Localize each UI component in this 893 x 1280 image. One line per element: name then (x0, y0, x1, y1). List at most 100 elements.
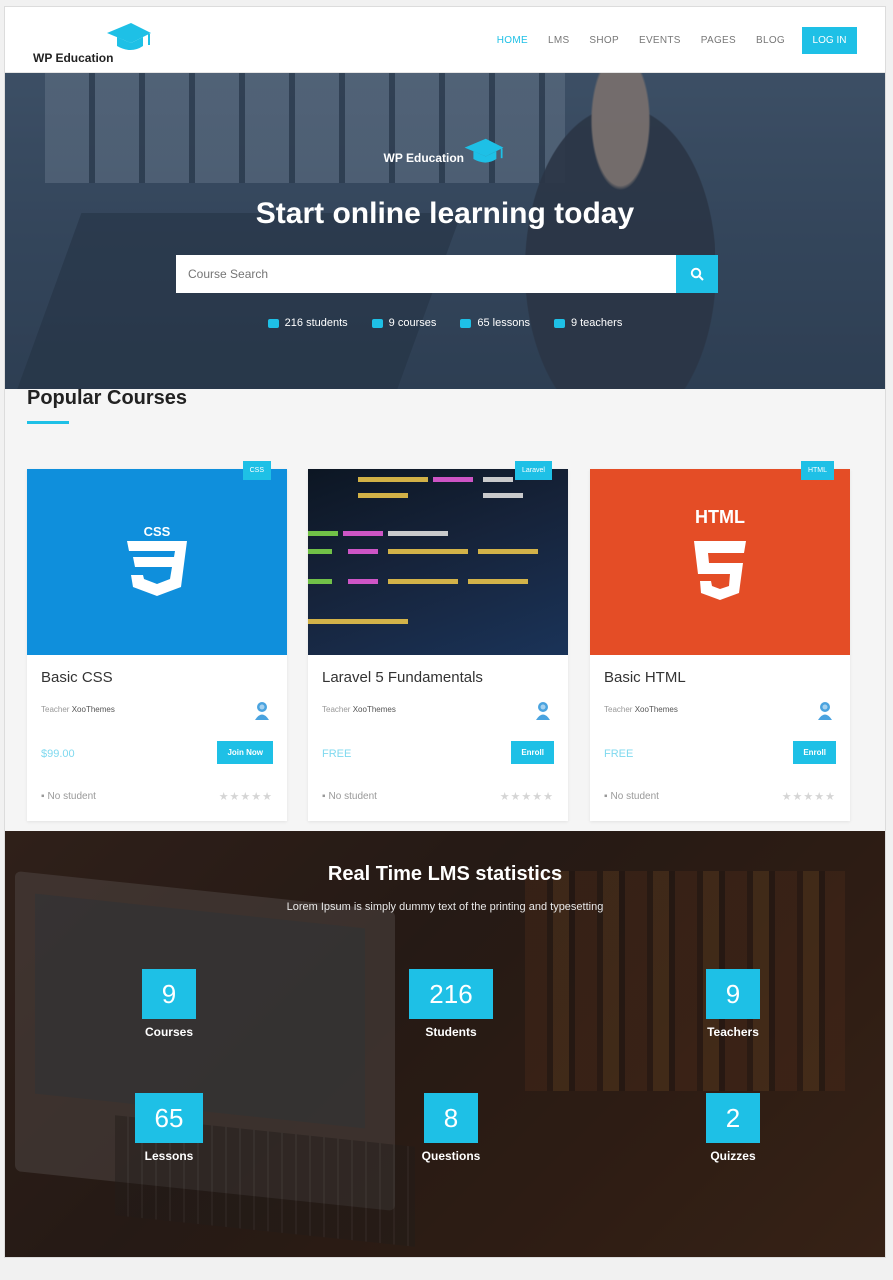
hero-logo-text: WP Education (383, 151, 464, 165)
hero-stat-text: 9 courses (388, 317, 437, 329)
nav-shop[interactable]: SHOP (589, 35, 619, 46)
stat-value: 2 (705, 1093, 761, 1143)
courses-icon (371, 318, 383, 328)
site-header: WP Education HOME LMS SHOP EVENTS PAGES … (5, 7, 885, 73)
teachers-icon (553, 318, 565, 328)
enroll-button[interactable]: Enroll (511, 741, 554, 764)
hero-stat-lessons: 65 lessons (460, 317, 530, 329)
search-icon (690, 267, 704, 281)
stat-label: Courses (144, 1025, 194, 1039)
login-button[interactable]: LOG IN (802, 27, 857, 54)
course-search-input[interactable] (176, 255, 676, 293)
logo-text: WP Education (33, 51, 114, 65)
hero-overlay (5, 73, 885, 389)
teacher-name[interactable]: XooThemes (635, 705, 678, 714)
course-card-css[interactable]: CSS CSS Basic CSS Teacher XooThemes $99.… (27, 461, 287, 821)
student-icon: ▪ (322, 791, 326, 802)
course-thumbnail[interactable]: CSS (27, 469, 287, 655)
course-tag[interactable]: Laravel (515, 461, 552, 480)
hero-logo: WP Education (5, 137, 885, 167)
course-students: ▪ No student (322, 791, 377, 802)
nav-lms[interactable]: LMS (548, 35, 569, 46)
graduation-cap-icon (107, 23, 152, 50)
teacher-name[interactable]: XooThemes (353, 705, 396, 714)
course-students: ▪ No student (604, 791, 659, 802)
student-icon: ▪ (604, 791, 608, 802)
teacher-label: Teacher (604, 705, 633, 714)
teacher-avatar-icon[interactable] (534, 701, 552, 721)
teacher-avatar-icon[interactable] (253, 701, 271, 721)
course-search (176, 255, 718, 293)
teacher-label: Teacher (322, 705, 351, 714)
nav-events[interactable]: EVENTS (639, 35, 681, 46)
page-frame: WP Education HOME LMS SHOP EVENTS PAGES … (4, 6, 886, 1258)
lessons-icon (460, 318, 472, 328)
course-card-html[interactable]: HTML HTML Basic HTML Teacher XooThemes F… (590, 461, 850, 821)
stat-quizzes: 2 Quizzes (663, 1093, 803, 1163)
hero-stats: 216 students 9 courses 65 lessons 9 teac… (5, 317, 885, 329)
stat-label: Quizzes (710, 1149, 756, 1163)
course-teacher: Teacher XooThemes (322, 705, 396, 714)
students-text: No student (328, 791, 377, 802)
main-nav: HOME LMS SHOP EVENTS PAGES BLOG (497, 35, 785, 46)
course-price: FREE (322, 748, 352, 760)
course-rating: ★★★★★ (781, 791, 836, 803)
students-text: No student (47, 791, 96, 802)
html5-logo-icon: HTML (694, 507, 746, 600)
enroll-button[interactable]: Enroll (793, 741, 836, 764)
stat-value: 8 (423, 1093, 479, 1143)
stat-value: 9 (141, 969, 197, 1019)
lms-statistics-section: Real Time LMS statistics Lorem Ipsum is … (5, 831, 885, 1257)
course-price: FREE (604, 748, 634, 760)
stat-courses: 9 Courses (99, 969, 239, 1039)
stats-overlay (5, 831, 885, 1257)
stat-questions: 8 Questions (381, 1093, 521, 1163)
nav-blog[interactable]: BLOG (756, 35, 785, 46)
search-button[interactable] (676, 255, 718, 293)
course-thumbnail[interactable]: HTML (590, 469, 850, 655)
hero-stat-courses: 9 courses (371, 317, 437, 329)
graduation-cap-icon (465, 138, 504, 163)
stat-label: Lessons (144, 1149, 194, 1163)
stat-label: Teachers (707, 1025, 759, 1039)
stat-teachers: 9 Teachers (663, 969, 803, 1039)
stat-value: 216 (409, 969, 493, 1019)
course-students: ▪ No student (41, 791, 96, 802)
course-rating: ★★★★★ (499, 791, 554, 803)
course-card-laravel[interactable]: Laravel Laravel 5 Fundamentals Teacher X… (308, 461, 568, 821)
code-screenshot-image (308, 477, 538, 624)
course-tag[interactable]: CSS (242, 461, 271, 480)
title-underline (27, 421, 69, 424)
course-title[interactable]: Basic CSS (41, 669, 113, 686)
course-title[interactable]: Basic HTML (604, 669, 686, 686)
course-price: $99.00 (41, 748, 75, 760)
join-now-button[interactable]: Join Now (217, 741, 273, 764)
section-title-popular-courses: Popular Courses (27, 387, 188, 409)
course-thumbnail[interactable] (308, 469, 568, 655)
student-icon: ▪ (41, 791, 45, 802)
teacher-label: Teacher (41, 705, 70, 714)
course-teacher: Teacher XooThemes (41, 705, 115, 714)
stat-students: 216 Students (381, 969, 521, 1039)
site-logo[interactable]: WP Education (33, 21, 153, 65)
course-rating: ★★★★★ (218, 791, 273, 803)
hero-section: WP Education Start online learning today… (5, 73, 885, 389)
nav-home[interactable]: HOME (497, 35, 528, 46)
hero-stat-students: 216 students (267, 317, 348, 329)
course-title[interactable]: Laravel 5 Fundamentals (322, 669, 483, 686)
course-teacher: Teacher XooThemes (604, 705, 678, 714)
teacher-name[interactable]: XooThemes (72, 705, 115, 714)
css-logo-text: CSS (144, 524, 171, 539)
hero-title: Start online learning today (255, 197, 635, 230)
stat-value: 65 (134, 1093, 204, 1143)
students-text: No student (610, 791, 659, 802)
stat-label: Students (425, 1025, 477, 1039)
hero-stat-text: 65 lessons (477, 317, 530, 329)
teacher-avatar-icon[interactable] (816, 701, 834, 721)
html-logo-text: HTML (695, 507, 745, 527)
stats-subtitle: Lorem Ipsum is simply dummy text of the … (286, 901, 604, 913)
course-tag[interactable]: HTML (800, 461, 834, 480)
students-icon (267, 318, 279, 328)
nav-pages[interactable]: PAGES (701, 35, 736, 46)
stat-value: 9 (705, 969, 761, 1019)
